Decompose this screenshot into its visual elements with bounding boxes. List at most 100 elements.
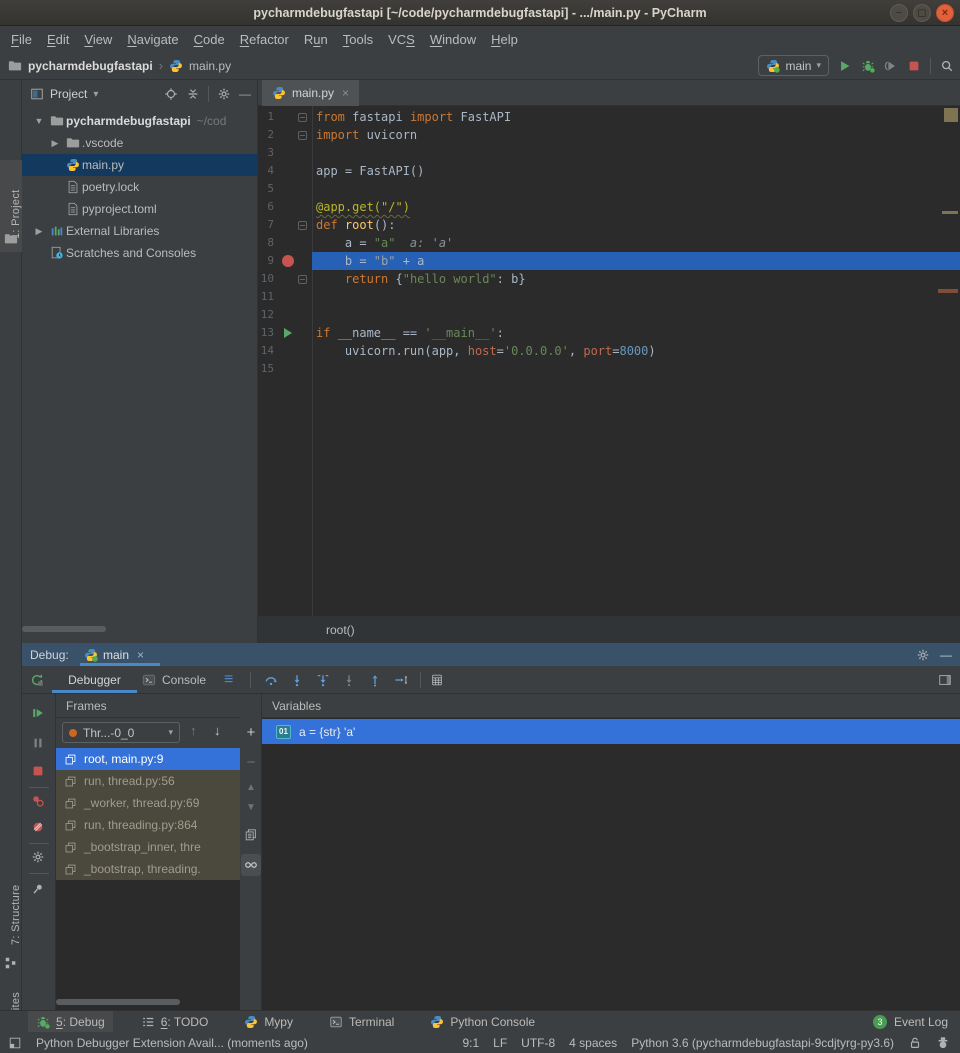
toolwindow-tab-terminal[interactable]: Terminal xyxy=(321,1011,402,1033)
error-stripe-warning-square[interactable] xyxy=(944,108,958,122)
code-line-9[interactable]: 9 b = "b" + a xyxy=(258,252,960,270)
line-number[interactable]: 9 xyxy=(258,252,274,270)
code-line-10[interactable]: 10 return {"hello world": b} xyxy=(258,270,960,288)
frame-worker-thread-py-69[interactable]: _worker, thread.py:69 xyxy=(56,792,240,814)
error-stripe-warning-mark[interactable] xyxy=(942,211,958,214)
line-number[interactable]: 5 xyxy=(258,180,274,198)
frame-root-main-py-9[interactable]: root, main.py:9 xyxy=(56,748,240,770)
force-step-into-icon[interactable] xyxy=(342,673,356,687)
line-number[interactable]: 10 xyxy=(258,270,274,288)
line-number[interactable]: 13 xyxy=(258,324,274,342)
tree-item-scratches-and-consoles[interactable]: Scratches and Consoles xyxy=(22,242,258,264)
resume-program-icon[interactable] xyxy=(31,706,45,720)
code-line-5[interactable]: 5 xyxy=(258,180,960,198)
rerun-icon[interactable] xyxy=(30,673,44,687)
run-button[interactable] xyxy=(838,59,852,73)
horizontal-scrollbar[interactable] xyxy=(22,626,106,632)
search-everywhere-button[interactable] xyxy=(940,59,954,73)
view-breakpoints-icon[interactable] xyxy=(31,794,45,808)
file-encoding[interactable]: UTF-8 xyxy=(521,1036,555,1050)
caret-position[interactable]: 9:1 xyxy=(462,1036,479,1050)
toolwindow-tab-mypy[interactable]: Mypy xyxy=(236,1011,301,1033)
hide-panel-button[interactable]: — xyxy=(940,648,952,662)
menu-edit[interactable]: Edit xyxy=(44,30,72,49)
close-button[interactable]: × xyxy=(936,4,954,22)
code-line-7[interactable]: 7def root(): xyxy=(258,216,960,234)
debugger-settings-icon[interactable] xyxy=(31,850,45,864)
readonly-lock-icon[interactable] xyxy=(908,1036,922,1050)
code-line-3[interactable]: 3 xyxy=(258,144,960,162)
breadcrumb-function[interactable]: root() xyxy=(326,623,355,637)
layout-options-icon[interactable]: ≡ xyxy=(224,666,233,693)
stop-icon[interactable] xyxy=(31,764,45,778)
previous-frame-icon[interactable]: ↑ xyxy=(190,723,197,738)
line-number[interactable]: 3 xyxy=(258,144,274,162)
menu-vcs[interactable]: VCS xyxy=(385,30,418,49)
fold-marker-icon[interactable] xyxy=(298,221,307,230)
evaluate-expression-icon[interactable] xyxy=(430,673,444,687)
next-frame-icon[interactable]: ↓ xyxy=(214,723,221,738)
line-number[interactable]: 8 xyxy=(258,234,274,252)
locate-file-icon[interactable] xyxy=(164,87,178,101)
tree-item-external-libraries[interactable]: ▶External Libraries xyxy=(22,220,258,242)
tree-item-pycharmdebugfastapi[interactable]: ▼pycharmdebugfastapi~/cod xyxy=(22,110,258,132)
gear-icon[interactable] xyxy=(217,87,231,101)
debug-button[interactable] xyxy=(861,59,875,73)
fold-marker-icon[interactable] xyxy=(298,113,307,122)
menu-help[interactable]: Help xyxy=(488,30,521,49)
step-out-icon[interactable] xyxy=(368,673,382,687)
variable-row[interactable]: 01a = {str} 'a' xyxy=(262,719,960,744)
tree-item-main-py[interactable]: main.py xyxy=(22,154,258,176)
code-line-12[interactable]: 12 xyxy=(258,306,960,324)
pause-program-icon[interactable] xyxy=(31,736,45,750)
tree-item-poetry-lock[interactable]: poetry.lock xyxy=(22,176,258,198)
step-over-icon[interactable] xyxy=(264,673,278,687)
breadcrumb-file[interactable]: main.py xyxy=(189,59,231,73)
run-configuration-select[interactable]: main ▾ xyxy=(758,55,829,76)
line-number[interactable]: 2 xyxy=(258,126,274,144)
pin-tab-icon[interactable] xyxy=(31,882,45,896)
toolwindow-tab-5-debug[interactable]: 5: Debug xyxy=(28,1011,113,1033)
restore-layout-icon[interactable] xyxy=(938,673,952,687)
caret-down-icon[interactable]: ▾ xyxy=(93,89,98,100)
python-interpreter[interactable]: Python 3.6 (pycharmdebugfastapi-9cdjtyrg… xyxy=(631,1036,894,1050)
menu-refactor[interactable]: Refactor xyxy=(237,30,292,49)
fold-marker-icon[interactable] xyxy=(298,275,307,284)
frame-bootstrap-inner-thre[interactable]: _bootstrap_inner, thre xyxy=(56,836,240,858)
maximize-button[interactable]: ◻ xyxy=(913,4,931,22)
tab-console[interactable]: Console xyxy=(142,666,206,693)
code-line-15[interactable]: 15 xyxy=(258,360,960,378)
menu-window[interactable]: Window xyxy=(427,30,479,49)
line-number[interactable]: 11 xyxy=(258,288,274,306)
line-number[interactable]: 6 xyxy=(258,198,274,216)
frame-run-thread-py-56[interactable]: run, thread.py:56 xyxy=(56,770,240,792)
move-watch-down-icon[interactable]: ▼ xyxy=(240,802,262,813)
code-line-8[interactable]: 8 a = "a" a: 'a' xyxy=(258,234,960,252)
code-line-1[interactable]: 1from fastapi import FastAPI xyxy=(258,108,960,126)
line-number[interactable]: 14 xyxy=(258,342,274,360)
remove-watch-icon[interactable]: − xyxy=(240,754,262,771)
line-number[interactable]: 1 xyxy=(258,108,274,126)
frame-run-threading-py-864[interactable]: run, threading.py:864 xyxy=(56,814,240,836)
code-area[interactable]: 1from fastapi import FastAPI2import uvic… xyxy=(258,106,960,616)
line-number[interactable]: 15 xyxy=(258,360,274,378)
editor-tab-mainpy[interactable]: main.py × xyxy=(262,80,359,106)
collapse-all-icon[interactable] xyxy=(186,87,200,101)
menu-navigate[interactable]: Navigate xyxy=(124,30,181,49)
tree-item-vscode[interactable]: ▶.vscode xyxy=(22,132,258,154)
line-number[interactable]: 12 xyxy=(258,306,274,324)
minimize-button[interactable]: − xyxy=(890,4,908,22)
horizontal-scrollbar[interactable] xyxy=(56,999,180,1005)
stop-button[interactable] xyxy=(907,59,921,73)
breakpoint-icon[interactable] xyxy=(282,255,294,267)
breadcrumb-project[interactable]: pycharmdebugfastapi xyxy=(28,59,153,73)
step-into-icon[interactable] xyxy=(290,673,304,687)
mute-breakpoints-icon[interactable] xyxy=(31,820,45,834)
highlighting-level-icon[interactable] xyxy=(936,1036,950,1050)
indent-style[interactable]: 4 spaces xyxy=(569,1036,617,1050)
chevron-down-icon[interactable]: ▼ xyxy=(30,116,48,126)
event-log-group[interactable]: 3Event Log xyxy=(873,1015,948,1029)
code-line-11[interactable]: 11 xyxy=(258,288,960,306)
add-watch-icon[interactable]: + xyxy=(240,724,262,741)
code-line-13[interactable]: 13if __name__ == '__main__': xyxy=(258,324,960,342)
